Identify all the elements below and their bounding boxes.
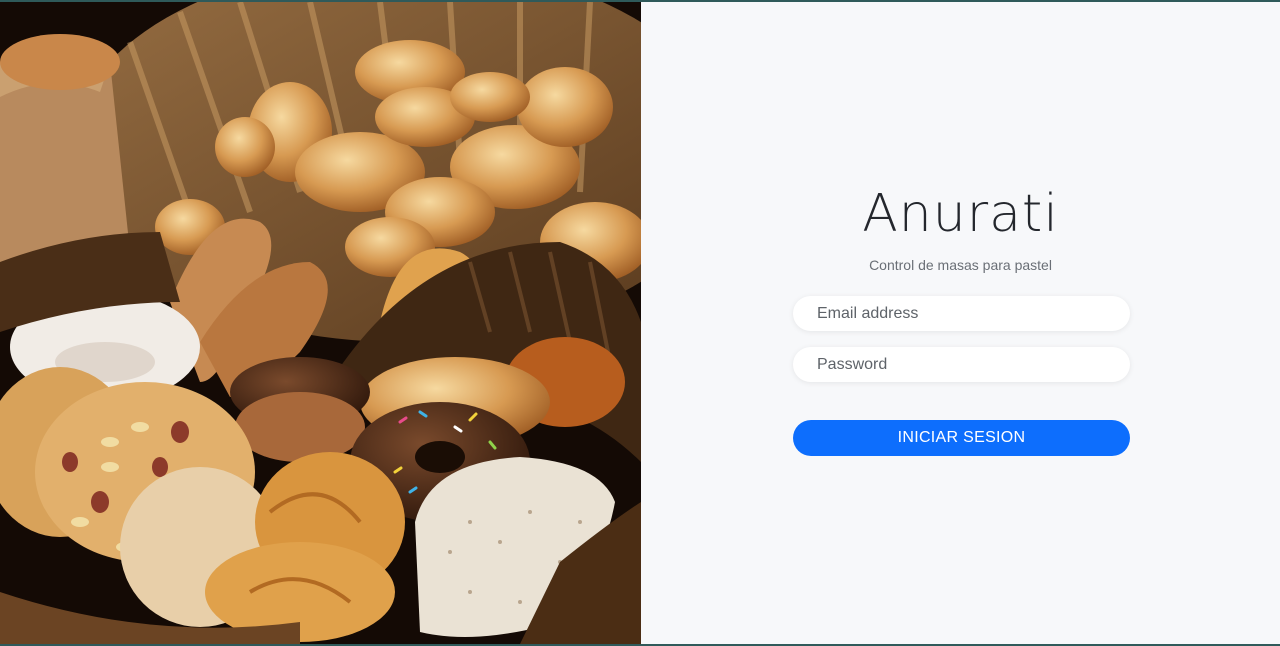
email-field[interactable] bbox=[793, 296, 1130, 331]
login-screen: Anurati Control de masas para pastel INI… bbox=[0, 2, 1280, 644]
login-button[interactable]: INICIAR SESION bbox=[793, 420, 1130, 456]
brand-tagline: Control de masas para pastel bbox=[869, 257, 1052, 273]
login-panel: Anurati Control de masas para pastel INI… bbox=[641, 2, 1280, 644]
password-field[interactable] bbox=[793, 347, 1130, 382]
bakery-hero-image bbox=[0, 2, 641, 644]
brand-title: Anurati bbox=[862, 184, 1059, 244]
